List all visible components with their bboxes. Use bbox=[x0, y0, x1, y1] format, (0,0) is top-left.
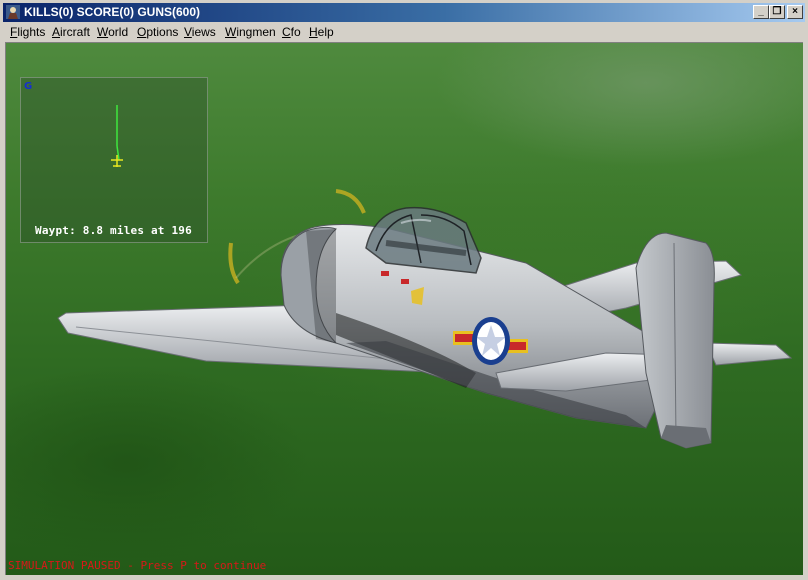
player-aircraft-icon bbox=[111, 155, 123, 167]
flight-viewport[interactable]: G Waypt: 8.8 miles at 196 SIMULATION PAU… bbox=[5, 42, 803, 575]
app-icon[interactable] bbox=[5, 4, 21, 20]
minimize-button[interactable]: _ bbox=[753, 5, 769, 19]
menu-aircraft[interactable]: Aircraft bbox=[52, 25, 90, 39]
menu-world[interactable]: World bbox=[97, 25, 128, 39]
close-button[interactable]: × bbox=[787, 5, 803, 19]
paused-label: SIMULATION PAUSED bbox=[8, 559, 121, 572]
restore-button[interactable]: ❐ bbox=[769, 5, 785, 19]
menu-options[interactable]: Options bbox=[137, 25, 178, 39]
status-line: SIMULATION PAUSED - Press P to continue bbox=[8, 559, 266, 572]
waypoint-readout: Waypt: 8.8 miles at 196 bbox=[35, 224, 192, 237]
menu-flights[interactable]: Flights bbox=[10, 25, 45, 39]
menu-wingmen[interactable]: Wingmen bbox=[225, 25, 276, 39]
menu-bar: Flights Aircraft World Options Views Win… bbox=[3, 22, 805, 41]
window-title: KILLS(0) SCORE(0) GUNS(600) bbox=[24, 5, 201, 19]
menu-cfo[interactable]: Cfo bbox=[282, 25, 301, 39]
app-window: KILLS(0) SCORE(0) GUNS(600) _ ❐ × Flight… bbox=[0, 0, 808, 580]
minimap-panel: G bbox=[20, 77, 208, 243]
menu-help[interactable]: Help bbox=[309, 25, 334, 39]
continue-hint: Press P to continue bbox=[140, 559, 267, 572]
menu-views[interactable]: Views bbox=[184, 25, 216, 39]
title-bar[interactable]: KILLS(0) SCORE(0) GUNS(600) _ ❐ × bbox=[3, 3, 805, 22]
status-separator: - bbox=[120, 559, 141, 572]
minimap-track bbox=[111, 105, 123, 167]
